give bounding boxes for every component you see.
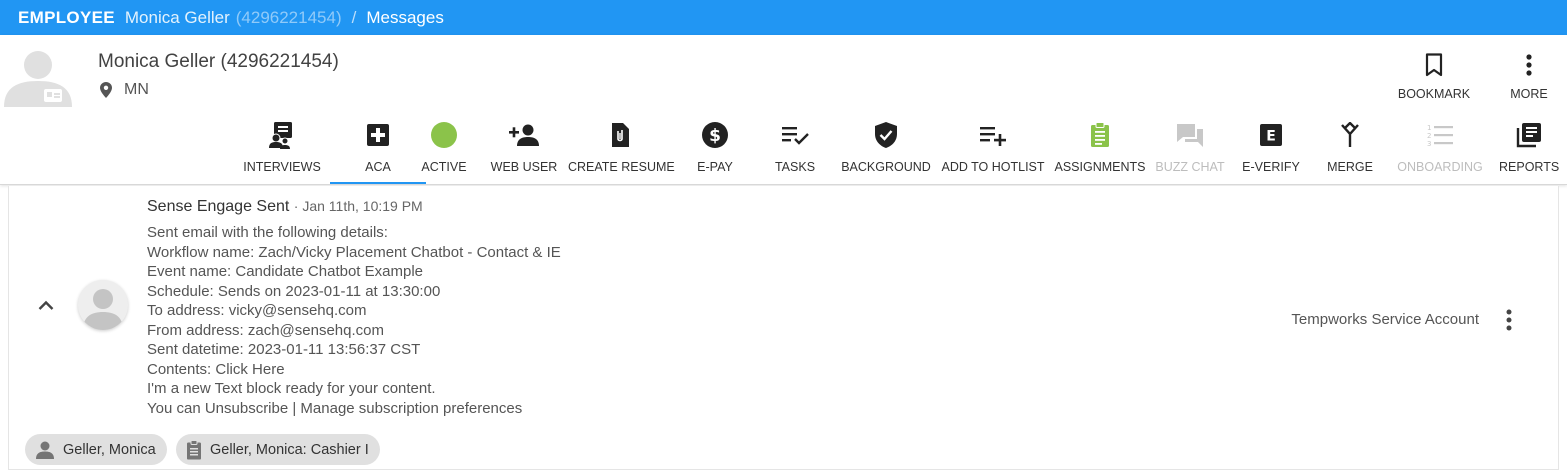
e-verify-button[interactable]: E E-VERIFY (1241, 119, 1301, 183)
employee-avatar (4, 45, 72, 107)
e-verify-icon: E (1260, 124, 1282, 146)
create-resume-button[interactable]: CREATE RESUME (568, 119, 675, 183)
dollar-circle-icon: $ (702, 122, 728, 148)
tasks-label: TASKS (774, 160, 816, 174)
reports-label: REPORTS (1499, 160, 1560, 174)
message-line: To address: vicky@sensehq.com (147, 302, 367, 319)
e-verify-label: E-VERIFY (1242, 160, 1300, 174)
more-button[interactable]: MORE (1489, 51, 1567, 101)
aca-label: ACA (365, 160, 391, 174)
employee-header: Monica Geller (4296221454) MN BOOKMARK M… (0, 35, 1567, 185)
more-label: MORE (1510, 87, 1548, 101)
add-person-icon (509, 124, 539, 146)
clipboard-list-icon (1091, 122, 1109, 147)
message-menu-button[interactable] (1500, 308, 1518, 332)
svg-text:2: 2 (1427, 132, 1431, 140)
chevron-up-icon (38, 300, 54, 310)
svg-text:3: 3 (1427, 140, 1431, 148)
breadcrumb-bar: EMPLOYEE Monica Geller (4296221454) / Me… (0, 0, 1567, 35)
active-label: ACTIVE (421, 160, 467, 174)
shield-check-icon (875, 122, 897, 148)
svg-text:$: $ (709, 126, 721, 146)
chat-bubbles-icon (1177, 124, 1203, 147)
merge-label: MERGE (1327, 160, 1373, 174)
interviews-button[interactable]: INTERVIEWS (240, 119, 324, 183)
message-line: I'm a new Text block ready for your cont… (147, 380, 436, 397)
merge-icon (1341, 122, 1359, 147)
assignments-label: ASSIGNMENTS (1054, 160, 1146, 174)
svg-text:E: E (1266, 129, 1276, 145)
checklist-icon (782, 127, 809, 145)
bookmark-icon (1425, 53, 1443, 77)
breadcrumb-employee-id: (4296221454) (235, 7, 342, 27)
message-timestamp: · Jan 11th, 10:19 PM (293, 198, 423, 214)
message-line: Event name: Candidate Chatbot Example (147, 263, 423, 280)
employee-location-text: MN (124, 81, 149, 98)
clipboard-icon (187, 439, 201, 459)
bookmark-label: BOOKMARK (1397, 87, 1471, 101)
create-resume-label: CREATE RESUME (568, 160, 675, 174)
bookmark-button[interactable]: BOOKMARK (1394, 51, 1474, 101)
message-header: Sense Engage Sent · Jan 11th, 10:19 PM (147, 198, 423, 216)
employee-title: Monica Geller (4296221454) (98, 51, 339, 72)
employee-location: MN (100, 81, 149, 99)
collapse-button[interactable] (37, 296, 55, 314)
add-to-hotlist-label: ADD TO HOTLIST (941, 160, 1045, 174)
buzz-chat-button[interactable]: BUZZ CHAT (1155, 119, 1225, 183)
tag-chip-label: Geller, Monica: Cashier I (210, 441, 369, 458)
tag-chip-label: Geller, Monica (63, 441, 156, 458)
more-vertical-icon (1526, 54, 1532, 76)
tasks-button[interactable]: TASKS (765, 119, 825, 183)
assignments-button[interactable]: ASSIGNMENTS (1053, 119, 1147, 183)
tag-chip-employee[interactable]: Geller, Monica (25, 434, 167, 465)
merge-button[interactable]: MERGE (1320, 119, 1380, 183)
file-attachment-icon (612, 123, 629, 147)
message-line: Schedule: Sends on 2023-01-11 at 13:30:0… (147, 282, 441, 300)
library-books-icon (1516, 123, 1541, 148)
message-author-avatar (78, 280, 128, 330)
background-button[interactable]: BACKGROUND (841, 119, 931, 183)
interviews-label: INTERVIEWS (243, 160, 321, 174)
tab-aca[interactable]: ACA (330, 119, 426, 184)
reports-button[interactable]: REPORTS (1499, 119, 1559, 183)
breadcrumb-separator: / (351, 7, 357, 27)
active-status-button[interactable]: ACTIVE (414, 119, 474, 183)
medical-plus-icon (367, 124, 389, 146)
add-to-hotlist-button[interactable]: ADD TO HOTLIST (940, 119, 1046, 183)
message-line: Sent email with the following details: (147, 224, 388, 241)
location-pin-icon (100, 82, 112, 98)
interviews-icon (269, 122, 292, 149)
message-line: Sent datetime: 2023-01-11 13:56:37 CST (147, 341, 421, 358)
background-label: BACKGROUND (841, 160, 931, 174)
message-line: You can Unsubscribe | Manage subscriptio… (147, 399, 523, 417)
onboarding-label: ONBOARDING (1397, 160, 1483, 174)
breadcrumb-current-page: Messages (366, 7, 444, 27)
message-author: Tempworks Service Account (1291, 311, 1479, 328)
e-pay-button[interactable]: $ E-PAY (685, 119, 745, 183)
breadcrumb-employee-name[interactable]: Monica Geller (125, 8, 230, 28)
web-user-button[interactable]: WEB USER (489, 119, 559, 183)
tag-chip-assignment[interactable]: Geller, Monica: Cashier I (176, 434, 380, 465)
status-circle-icon (431, 122, 457, 148)
person-icon (36, 441, 54, 459)
numbered-list-icon: 1 2 3 (1427, 124, 1453, 148)
onboarding-button[interactable]: 1 2 3 ONBOARDING (1397, 119, 1483, 183)
buzz-chat-label: BUZZ CHAT (1155, 160, 1225, 174)
svg-text:1: 1 (1427, 124, 1431, 132)
playlist-add-icon (980, 127, 1006, 146)
record-type-label: EMPLOYEE (18, 7, 115, 27)
message-body: Sent email with the following details: W… (147, 223, 561, 418)
message-line: Contents: Click Here (147, 360, 285, 378)
web-user-label: WEB USER (490, 160, 558, 174)
e-pay-label: E-PAY (697, 160, 733, 174)
more-vertical-icon (1506, 309, 1512, 331)
message-line: Workflow name: Zach/Vicky Placement Chat… (147, 243, 561, 261)
message-line: From address: zach@sensehq.com (147, 321, 384, 339)
message-title: Sense Engage Sent (147, 198, 290, 215)
